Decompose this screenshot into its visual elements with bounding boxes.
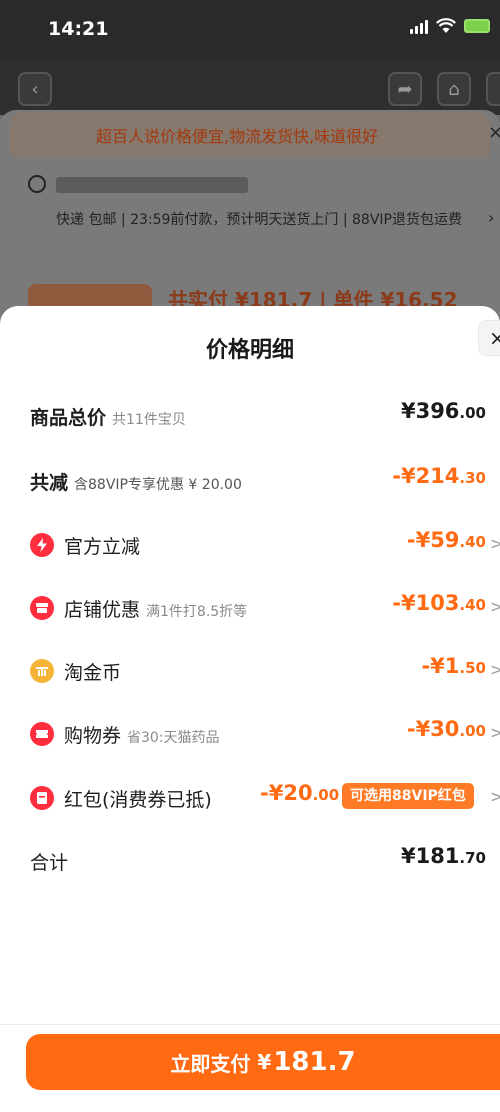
- cart-icon: ⌂: [437, 72, 471, 106]
- status-time: 14:21: [48, 18, 109, 40]
- sum-label: 合计: [30, 852, 69, 874]
- total-reduction-amount: -¥214.30: [392, 464, 486, 488]
- row-goods-total: 商品总价 共11件宝贝 ¥396.00: [0, 395, 500, 435]
- more-icon: ·: [486, 72, 500, 106]
- red-packet-amount: -¥20.00: [260, 781, 340, 805]
- back-icon: ‹: [18, 72, 52, 106]
- row-shopping-voucher[interactable]: 购物券 省30:天猫药品 -¥30.00 >: [0, 713, 500, 753]
- chevron-right-icon: >: [490, 597, 500, 616]
- pay-now-button[interactable]: 立即支付 ¥181.7: [26, 1034, 500, 1090]
- price-detail-modal: 价格明细 × 商品总价 共11件宝贝 ¥396.00 共减 含88VIP专享优惠 ¥…: [0, 306, 500, 1112]
- taojinbi-amount: -¥1.50: [421, 654, 486, 678]
- signal-icon: [410, 18, 428, 34]
- vip-red-packet-badge[interactable]: 可选用88VIP红包: [342, 783, 474, 809]
- chevron-right-icon: >: [490, 534, 500, 553]
- official-discount-label: 官方立减: [64, 536, 141, 558]
- wifi-icon: [436, 18, 456, 33]
- background-tip-close-icon: ×: [488, 122, 500, 143]
- status-icons: [410, 18, 490, 34]
- lightning-icon: [30, 533, 54, 557]
- pay-amount: 181.7: [273, 1047, 356, 1077]
- chevron-right-icon: >: [490, 787, 500, 806]
- red-packet-label: 红包(消费券已抵): [64, 789, 212, 811]
- background-radio: [28, 175, 46, 193]
- row-red-packet[interactable]: 红包(消费券已抵) -¥20.00 可选用88VIP红包 >: [0, 777, 500, 817]
- footer-divider: [0, 1024, 500, 1025]
- shopping-voucher-note: 省30:天猫药品: [127, 730, 220, 746]
- status-bar: 14:21: [0, 0, 500, 60]
- shop-icon: [30, 596, 54, 620]
- row-sum: 合计 ¥181.70: [0, 840, 500, 880]
- total-reduction-label: 共减 含88VIP专享优惠 ¥ 20.00: [30, 472, 242, 494]
- shopping-voucher-amount: -¥30.00: [406, 717, 486, 741]
- chevron-right-icon: >: [490, 723, 500, 742]
- coin-icon: [30, 659, 54, 683]
- row-shop-discount[interactable]: 店铺优惠 满1件打8.5折等 -¥103.40 >: [0, 587, 500, 627]
- background-nav: ‹ ➦ ⌂ ·: [0, 60, 500, 115]
- shopping-voucher-label: 购物券 省30:天猫药品: [64, 725, 220, 747]
- official-discount-amount: -¥59.40: [406, 528, 486, 552]
- modal-title: 价格明细: [205, 338, 294, 363]
- row-official-discount[interactable]: 官方立减 -¥59.40 >: [0, 524, 500, 564]
- row-taojinbi[interactable]: 淘金币 -¥1.50 >: [0, 650, 500, 690]
- red-packet-icon: [30, 786, 54, 810]
- background-tip-text: 超百人说价格便宜,物流发货快,味道很好: [96, 127, 379, 146]
- sum-amount: ¥181.70: [400, 844, 486, 868]
- background-delivery-chevron-icon: ›: [488, 208, 495, 227]
- background-address-blurred: [56, 177, 248, 193]
- chevron-right-icon: >: [490, 660, 500, 679]
- background-page: 14:21 ‹ ➦ ⌂ · 超百人说价格便宜,物流发货快,味道很好 × 快递 包…: [0, 0, 500, 330]
- background-delivery-text: 快递 包邮 | 23:59前付款，预计明天送货上门 | 88VIP退货包运费: [56, 212, 462, 228]
- shop-discount-note: 满1件打8.5折等: [146, 604, 248, 620]
- shop-discount-label: 店铺优惠 满1件打8.5折等: [64, 599, 248, 621]
- goods-total-label: 商品总价 共11件宝贝: [30, 407, 186, 429]
- shop-discount-amount: -¥103.40: [392, 591, 486, 615]
- battery-icon: [464, 19, 490, 33]
- ticket-icon: [30, 722, 54, 746]
- vip-discount-note: 含88VIP专享优惠 ¥ 20.00: [74, 477, 242, 493]
- goods-total-amount: ¥396.00: [400, 399, 486, 423]
- share-icon: ➦: [388, 72, 422, 106]
- taojinbi-label: 淘金币: [64, 662, 122, 684]
- close-button[interactable]: ×: [478, 320, 500, 356]
- row-total-reduction: 共减 含88VIP专享优惠 ¥ 20.00 -¥214.30: [0, 460, 500, 500]
- goods-total-count: 共11件宝贝: [112, 412, 186, 428]
